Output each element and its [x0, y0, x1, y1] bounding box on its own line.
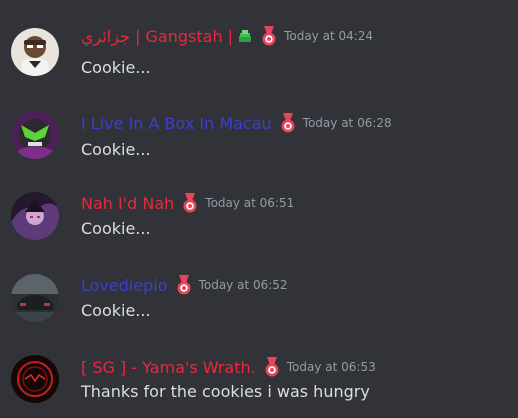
- timestamp: Today at 06:28: [302, 116, 392, 130]
- message-text: Cookie...: [81, 58, 151, 77]
- message-text: Cookie...: [81, 301, 151, 320]
- timestamp: Today at 06:51: [205, 196, 295, 210]
- chat-message: I Live In A Box In Macau Today at 06:28 …: [0, 97, 518, 177]
- username[interactable]: Nah I'd Nah: [81, 194, 174, 213]
- message-header: Nah I'd Nah Today at 06:51: [81, 191, 294, 215]
- timestamp: Today at 06:52: [198, 278, 288, 292]
- avatar[interactable]: [11, 274, 59, 322]
- chat-message: [ SG ] - Yama's Wrath. Today at 06:53 Th…: [0, 340, 518, 418]
- timestamp: Today at 04:24: [284, 29, 374, 43]
- avatar[interactable]: [11, 192, 59, 240]
- message-text: Cookie...: [81, 219, 151, 238]
- avatar-character-icon: [11, 111, 59, 159]
- money-stack-icon: [237, 28, 253, 44]
- avatar-character-icon: [11, 192, 59, 240]
- message-text: Cookie...: [81, 140, 151, 159]
- avatar[interactable]: [11, 28, 59, 76]
- avatar[interactable]: [11, 355, 59, 403]
- username[interactable]: جزائري | Gangstah |: [81, 27, 233, 46]
- timestamp: Today at 06:53: [286, 360, 376, 374]
- chat-message: جزائري | Gangstah | Today at 04:24 Cooki…: [0, 16, 518, 96]
- username[interactable]: I Live In A Box In Macau: [81, 114, 272, 133]
- chat-message-list: جزائري | Gangstah | Today at 04:24 Cooki…: [0, 0, 518, 418]
- message-header: Lovediepio Today at 06:52: [81, 273, 288, 297]
- medal-icon[interactable]: [180, 192, 200, 214]
- message-header: [ SG ] - Yama's Wrath. Today at 06:53: [81, 355, 376, 379]
- medal-icon[interactable]: [174, 274, 194, 296]
- chat-message: Lovediepio Today at 06:52 Cookie...: [0, 259, 518, 339]
- avatar-character-icon: [11, 28, 59, 76]
- medal-icon[interactable]: [262, 356, 282, 378]
- avatar[interactable]: [11, 111, 59, 159]
- chat-message: Nah I'd Nah Today at 06:51 Cookie...: [0, 177, 518, 257]
- message-text: Thanks for the cookies i was hungry: [81, 382, 370, 401]
- username[interactable]: Lovediepio: [81, 276, 168, 295]
- medal-icon[interactable]: [259, 25, 279, 47]
- avatar-car-icon: [11, 274, 59, 322]
- avatar-logo-icon: [11, 355, 59, 403]
- message-header: I Live In A Box In Macau Today at 06:28: [81, 111, 392, 135]
- medal-icon[interactable]: [278, 112, 298, 134]
- username[interactable]: [ SG ] - Yama's Wrath.: [81, 358, 256, 377]
- message-header: جزائري | Gangstah | Today at 04:24: [81, 24, 373, 48]
